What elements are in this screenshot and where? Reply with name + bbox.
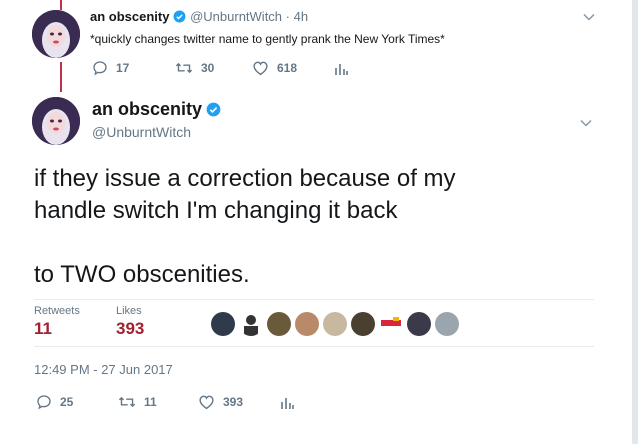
verified-badge-icon [173, 10, 186, 23]
liker-avatar[interactable] [435, 312, 459, 336]
tweet-timestamp[interactable]: 12:49 PM - 27 Jun 2017 [34, 362, 173, 377]
heart-icon [253, 61, 268, 76]
chevron-down-icon[interactable] [582, 10, 596, 29]
analytics-button[interactable] [280, 394, 302, 410]
liker-avatar[interactable] [267, 312, 291, 336]
user-handle[interactable]: @UnburntWitch [190, 9, 282, 24]
reply-button[interactable]: 25 [36, 394, 73, 410]
retweet-count: 11 [144, 395, 157, 409]
retweet-icon [175, 62, 193, 74]
reply-count: 25 [60, 395, 74, 409]
verified-badge-icon [206, 101, 221, 117]
liker-avatar[interactable] [211, 312, 235, 336]
like-count: 618 [277, 61, 298, 75]
likes-label: Likes [116, 305, 142, 317]
retweets-label: Retweets [34, 305, 80, 317]
tweet-text-line: to TWO obscenities. [34, 261, 250, 288]
heart-icon [199, 395, 214, 410]
retweet-button[interactable]: 11 [118, 394, 157, 410]
likes-stat[interactable]: Likes 393 [116, 305, 144, 339]
reply-icon [93, 61, 107, 76]
liker-avatars [211, 312, 463, 336]
retweets-stat[interactable]: Retweets 11 [34, 305, 80, 339]
like-button[interactable]: 618 [252, 60, 297, 76]
chevron-down-icon[interactable] [579, 116, 593, 135]
liker-avatar[interactable] [407, 312, 431, 336]
retweet-count: 30 [201, 61, 215, 75]
analytics-icon [281, 398, 294, 409]
display-name[interactable]: an obscenity [90, 9, 169, 24]
tweet-time[interactable]: 4h [294, 9, 308, 24]
reply-count: 17 [116, 61, 130, 75]
retweets-count: 11 [34, 319, 52, 338]
display-name[interactable]: an obscenity [92, 99, 202, 119]
avatar[interactable] [32, 10, 80, 58]
divider [34, 299, 594, 300]
liker-avatar[interactable] [323, 312, 347, 336]
tweet-header: an obscenity @UnburntWitch · 4h [90, 9, 308, 24]
liker-avatar[interactable] [379, 312, 403, 336]
tweet-header: an obscenity [92, 99, 221, 120]
reply-icon [37, 395, 51, 410]
divider [34, 346, 594, 347]
thread-connector [60, 62, 62, 92]
separator: · [285, 9, 291, 24]
avatar[interactable] [32, 97, 80, 145]
likes-count: 393 [116, 319, 145, 338]
like-count: 393 [223, 395, 244, 409]
retweet-button[interactable]: 30 [175, 60, 214, 76]
analytics-icon [335, 64, 348, 75]
tweet-text-line: if they issue a correction because of my [34, 165, 456, 192]
reply-button[interactable]: 17 [92, 60, 129, 76]
window-frame [632, 0, 638, 444]
liker-avatar[interactable] [351, 312, 375, 336]
retweet-icon [118, 396, 136, 408]
liker-avatar[interactable] [239, 312, 263, 336]
thread-connector [60, 0, 62, 10]
tweet-text-line: handle switch I'm changing it back [34, 197, 398, 224]
tweet-text: if they issue a correction because of my… [34, 163, 456, 291]
user-handle[interactable]: @UnburntWitch [92, 124, 191, 140]
like-button[interactable]: 393 [198, 394, 243, 410]
tweet-text: *quickly changes twitter name to gently … [90, 32, 445, 46]
analytics-button[interactable] [334, 60, 356, 76]
liker-avatar[interactable] [295, 312, 319, 336]
